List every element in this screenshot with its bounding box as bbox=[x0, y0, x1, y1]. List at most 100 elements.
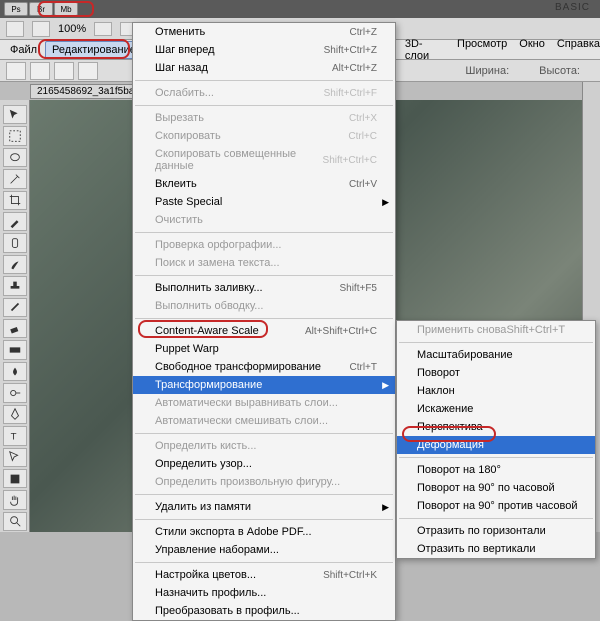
transform-menu-item[interactable]: Деформация bbox=[397, 436, 595, 454]
opt-icon[interactable] bbox=[30, 62, 50, 80]
transform-menu-item[interactable]: Поворот на 90° против часовой bbox=[397, 497, 595, 515]
edit-menu-item[interactable]: Настройка цветов...Shift+Ctrl+K bbox=[133, 566, 395, 584]
edit-menu-item[interactable]: Управление наборами... bbox=[133, 541, 395, 559]
menu-item-label: Стили экспорта в Adobe PDF... bbox=[155, 526, 377, 538]
transform-menu-item[interactable]: Искажение bbox=[397, 400, 595, 418]
menu-item-label: Puppet Warp bbox=[155, 343, 377, 355]
transform-menu-item[interactable]: Отразить по вертикали bbox=[397, 540, 595, 558]
menu-item-label: Скопировать совмещенные данные bbox=[155, 148, 323, 172]
opt-icon[interactable] bbox=[54, 62, 74, 80]
height-label: Высота: bbox=[539, 65, 580, 77]
opt-icon[interactable] bbox=[6, 62, 26, 80]
edit-menu-item: Проверка орфографии... bbox=[133, 236, 395, 254]
edit-menu-item: СкопироватьCtrl+C bbox=[133, 127, 395, 145]
shortcut-label: Shift+F5 bbox=[339, 283, 377, 294]
menu-item-label: Проверка орфографии... bbox=[155, 239, 377, 251]
shortcut-label: Ctrl+C bbox=[348, 131, 377, 142]
transform-menu-item[interactable]: Наклон bbox=[397, 382, 595, 400]
edit-menu-item[interactable]: ВклеитьCtrl+V bbox=[133, 175, 395, 193]
menu-help[interactable]: Справка bbox=[557, 38, 600, 62]
edit-menu-item[interactable]: Шаг назадAlt+Ctrl+Z bbox=[133, 59, 395, 77]
brush-tool-icon[interactable] bbox=[3, 255, 27, 274]
separator bbox=[135, 318, 393, 319]
edit-menu-item[interactable]: Content-Aware ScaleAlt+Shift+Ctrl+C bbox=[133, 322, 395, 340]
path-tool-icon[interactable] bbox=[3, 448, 27, 467]
history-brush-icon[interactable] bbox=[3, 298, 27, 317]
edit-menu-item: ВырезатьCtrl+X bbox=[133, 109, 395, 127]
edit-menu-item: Определить произвольную фигуру... bbox=[133, 473, 395, 491]
opt-icon[interactable] bbox=[78, 62, 98, 80]
transform-menu-item[interactable]: Поворот на 90° по часовой bbox=[397, 479, 595, 497]
shape-tool-icon[interactable] bbox=[3, 469, 27, 488]
menu-item-label: Поворот на 90° по часовой bbox=[417, 482, 555, 494]
menu-item-label: Поворот на 90° против часовой bbox=[417, 500, 578, 512]
menu-item-label: Paste Special bbox=[155, 196, 377, 208]
mini-btn-br[interactable]: Br bbox=[29, 2, 53, 16]
separator bbox=[135, 494, 393, 495]
zoom-value[interactable]: 100% bbox=[58, 23, 86, 35]
hand-tool-icon[interactable] bbox=[3, 490, 27, 509]
edit-menu-item: Скопировать совмещенные данныеShift+Ctrl… bbox=[133, 145, 395, 175]
menu-3d-layers[interactable]: 3D-слои bbox=[405, 38, 445, 62]
edit-menu-item[interactable]: ОтменитьCtrl+Z bbox=[133, 23, 395, 41]
menu-item-label: Применить снова bbox=[417, 324, 506, 336]
pen-tool-icon[interactable] bbox=[3, 405, 27, 424]
menu-file[interactable]: Файл bbox=[4, 42, 43, 58]
stamp-tool-icon[interactable] bbox=[3, 276, 27, 295]
edit-menu-item[interactable]: Стили экспорта в Adobe PDF... bbox=[133, 523, 395, 541]
width-label: Ширина: bbox=[465, 65, 509, 77]
zoom-dropdown-icon[interactable] bbox=[94, 22, 112, 36]
edit-menu-item[interactable]: Выполнить заливку...Shift+F5 bbox=[133, 279, 395, 297]
menu-item-label: Очистить bbox=[155, 214, 377, 226]
edit-menu-item[interactable]: Назначить профиль... bbox=[133, 584, 395, 602]
menu-item-label: Определить произвольную фигуру... bbox=[155, 476, 377, 488]
gradient-tool-icon[interactable] bbox=[3, 340, 27, 359]
menu-item-label: Управление наборами... bbox=[155, 544, 377, 556]
blur-tool-icon[interactable] bbox=[3, 362, 27, 381]
menu-edit[interactable]: Редактирование bbox=[45, 41, 143, 59]
menu-item-label: Отразить по вертикали bbox=[417, 543, 535, 555]
edit-menu-item[interactable]: Преобразовать в профиль... bbox=[133, 602, 395, 620]
ps-logo: Ps bbox=[4, 2, 28, 16]
menu-view[interactable]: Просмотр bbox=[457, 38, 507, 62]
eyedropper-tool-icon[interactable] bbox=[3, 212, 27, 231]
edit-menu-item[interactable]: Paste Special ▶ bbox=[133, 193, 395, 211]
wand-tool-icon[interactable] bbox=[3, 169, 27, 188]
submenu-arrow-icon: ▶ bbox=[382, 197, 389, 208]
edit-menu-item[interactable]: Puppet Warp bbox=[133, 340, 395, 358]
transform-menu-item[interactable]: Масштабирование bbox=[397, 346, 595, 364]
edit-menu-item[interactable]: Шаг впередShift+Ctrl+Z bbox=[133, 41, 395, 59]
edit-menu-item[interactable]: Трансформирование▶ bbox=[133, 376, 395, 394]
shortcut-label: Ctrl+T bbox=[350, 362, 378, 373]
transform-menu-item[interactable]: Поворот на 180° bbox=[397, 461, 595, 479]
type-tool-icon[interactable]: T bbox=[3, 426, 27, 445]
zoom-tool-icon[interactable] bbox=[3, 512, 27, 531]
transform-menu-item[interactable]: Отразить по горизонтали bbox=[397, 522, 595, 540]
tool-options-icon[interactable] bbox=[32, 21, 50, 37]
eraser-tool-icon[interactable] bbox=[3, 319, 27, 338]
dodge-tool-icon[interactable] bbox=[3, 383, 27, 402]
transform-menu-item[interactable]: Поворот bbox=[397, 364, 595, 382]
edit-menu-item: Определить кисть... bbox=[133, 437, 395, 455]
tool-preset-icon[interactable] bbox=[6, 21, 24, 37]
heal-tool-icon[interactable] bbox=[3, 233, 27, 252]
menu-item-label: Свободное трансформирование bbox=[155, 361, 350, 373]
lasso-tool-icon[interactable] bbox=[3, 148, 27, 167]
crop-tool-icon[interactable] bbox=[3, 191, 27, 210]
move-tool-icon[interactable] bbox=[3, 105, 27, 124]
transform-menu-item[interactable]: Перспектива bbox=[397, 418, 595, 436]
separator bbox=[135, 232, 393, 233]
menu-item-label: Отменить bbox=[155, 26, 350, 38]
edit-menu-item[interactable]: Определить узор... bbox=[133, 455, 395, 473]
shortcut-label: Ctrl+Z bbox=[350, 27, 378, 38]
workspace-label[interactable]: BASIC bbox=[555, 2, 590, 13]
menu-item-label: Автоматически выравнивать слои... bbox=[155, 397, 377, 409]
menu-item-label: Определить кисть... bbox=[155, 440, 377, 452]
svg-text:T: T bbox=[10, 431, 16, 442]
edit-menu-item[interactable]: Свободное трансформированиеCtrl+T bbox=[133, 358, 395, 376]
edit-menu-item[interactable]: Удалить из памяти▶ bbox=[133, 498, 395, 516]
mini-btn-mb[interactable]: Mb bbox=[54, 2, 78, 16]
menu-window[interactable]: Окно bbox=[519, 38, 545, 62]
marquee-tool-icon[interactable] bbox=[3, 126, 27, 145]
shortcut-label: Alt+Shift+Ctrl+C bbox=[305, 326, 377, 337]
